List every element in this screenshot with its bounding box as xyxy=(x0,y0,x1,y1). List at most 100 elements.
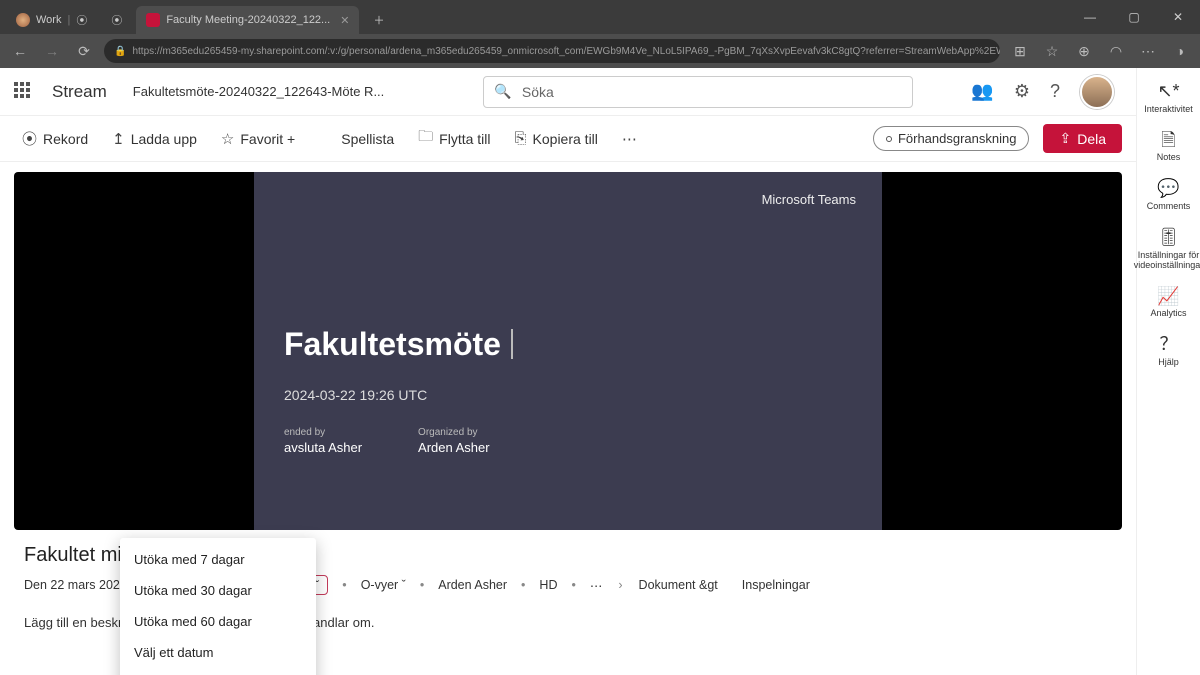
help-icon: ？ xyxy=(1160,335,1178,355)
rail-interactivity[interactable]: ↖*Interaktivitet xyxy=(1140,82,1198,115)
breadcrumb-recordings[interactable]: Inspelningar xyxy=(742,578,810,592)
upload-button[interactable]: ↥Ladda upp xyxy=(104,126,205,152)
slide-title: Fakultetsmöte xyxy=(284,326,852,363)
label: Dela xyxy=(1077,131,1106,147)
pick-date[interactable]: Välj ett datum xyxy=(120,637,316,668)
video-date: Den 22 mars 2024 xyxy=(24,578,127,592)
suite-header: Stream Fakultetsmöte-20240322_122643-Möt… xyxy=(0,68,1136,116)
comment-icon: 💬 xyxy=(1157,179,1179,199)
right-rail: ↖*Interaktivitet 🗎 Notes 💬 Comments 🎚Instä… xyxy=(1136,68,1200,675)
preview-button[interactable]: Förhandsgranskning xyxy=(873,126,1030,151)
people-icon[interactable]: 👥 xyxy=(971,81,993,102)
label: Rekord xyxy=(43,131,88,147)
separator-dot: • xyxy=(571,578,575,592)
share-button[interactable]: ⇪Dela xyxy=(1043,124,1122,153)
back-icon[interactable]: ← xyxy=(8,43,32,59)
extensions-icon[interactable]: ⊞ xyxy=(1008,43,1032,60)
stream-favicon-icon xyxy=(146,13,160,27)
doc-title[interactable]: Fakultetsmöte-20240322_122643-Möte R... xyxy=(133,84,385,99)
label: Spellista xyxy=(341,131,394,147)
label: Notes xyxy=(1157,153,1181,163)
favorite-button[interactable]: ☆ Favorit + xyxy=(213,126,303,152)
window-minimize[interactable]: — xyxy=(1068,0,1112,34)
refresh-icon[interactable]: ⟳ xyxy=(72,43,96,60)
label: Comments xyxy=(1147,202,1191,212)
rail-comments[interactable]: 💬 Comments xyxy=(1140,179,1198,212)
copilot-icon: ⦿ xyxy=(111,12,122,28)
url-text: https://m365edu265459-my.sharepoint.com/… xyxy=(132,46,1000,57)
label: Inställningar för videoinställningar xyxy=(1134,251,1200,271)
more-icon: ⋯ xyxy=(622,130,637,148)
lock-icon: 🔒 xyxy=(114,46,126,57)
ended-by-label: ended by xyxy=(284,427,362,438)
user-avatar[interactable] xyxy=(1080,75,1114,109)
extend-7-days[interactable]: Utöka med 7 dagar xyxy=(120,544,316,575)
favorites-icon[interactable]: ☆ xyxy=(1040,43,1064,60)
label: Förhandsgranskning xyxy=(898,131,1017,146)
copilot-side-icon[interactable]: ◑ xyxy=(1168,43,1192,59)
organized-by-value: Arden Asher xyxy=(418,440,490,455)
separator-dot: • xyxy=(342,578,346,592)
close-tab-icon[interactable]: ✕ xyxy=(340,14,349,27)
page-root: Stream Fakultetsmöte-20240322_122643-Möt… xyxy=(0,68,1200,675)
views-count[interactable]: O-vyer ˇ xyxy=(361,578,406,592)
copy-icon: ⎘ xyxy=(515,130,527,147)
analytics-icon: 📈 xyxy=(1157,287,1179,307)
video-player[interactable]: Microsoft Teams Fakultetsmöte 2024-03-22… xyxy=(14,172,1122,530)
tab-divider: | xyxy=(67,14,70,26)
profile-icon[interactable]: ◠ xyxy=(1104,43,1128,60)
cursor-click-icon: ↖* xyxy=(1157,82,1179,102)
rail-video-settings[interactable]: 🎚Inställningar för videoinställningar xyxy=(1140,228,1198,271)
help-icon[interactable]: ? xyxy=(1050,81,1060,102)
label: Hjälp xyxy=(1158,358,1179,368)
moveto-button[interactable]: 🗀 Flytta till xyxy=(410,122,498,155)
label: Favorit + xyxy=(240,131,295,147)
tab-label: Faculty Meeting-20240322_122... xyxy=(166,14,330,26)
breadcrumb-documents[interactable]: Dokument &gt xyxy=(639,578,718,592)
tab-label: Work xyxy=(36,14,61,26)
forward-icon[interactable]: → xyxy=(40,43,64,59)
browser-tab-work[interactable]: Work | ⦿ xyxy=(6,6,97,34)
record-icon: ⦿ xyxy=(22,128,37,149)
star-icon: ☆ xyxy=(221,130,234,148)
collections-icon[interactable]: ⊕ xyxy=(1072,43,1096,60)
video-slide: Microsoft Teams Fakultetsmöte 2024-03-22… xyxy=(254,172,882,530)
label: Kopiera till xyxy=(533,131,598,147)
remove-expiration[interactable]: Ta bort förfallodatum xyxy=(120,668,316,675)
label: Flytta till xyxy=(439,131,490,147)
owner-link[interactable]: Arden Asher xyxy=(438,578,507,592)
header-right: 👥 ⚙ ? xyxy=(971,75,1114,109)
window-maximize[interactable]: ▢ xyxy=(1112,0,1156,34)
search-placeholder: Söka xyxy=(522,84,554,100)
command-bar: ⦿Rekord ↥Ladda upp ☆Favorit + Spellista … xyxy=(0,116,1136,162)
organized-by-label: Organized by xyxy=(418,427,490,438)
folder-move-icon: 🗀 xyxy=(418,126,433,151)
app-name[interactable]: Stream xyxy=(52,82,107,102)
record-button[interactable]: ⦿ Rekord xyxy=(14,124,96,153)
label: Analytics xyxy=(1150,309,1186,319)
window-close[interactable]: ✕ xyxy=(1156,0,1200,34)
dot-icon xyxy=(886,136,892,142)
app-launcher-icon[interactable] xyxy=(14,82,34,102)
rail-help[interactable]: ？ Hjälp xyxy=(1140,335,1198,368)
search-input[interactable]: 🔍 Söka xyxy=(483,76,913,108)
chevron-right-icon: › xyxy=(618,578,622,592)
upload-icon: ↥ xyxy=(112,130,125,148)
menu-icon[interactable]: ⋯ xyxy=(1136,43,1160,60)
rail-analytics[interactable]: 📈 Analytics xyxy=(1140,287,1198,320)
browser-address-bar: ← → ⟳ 🔒 https://m365edu265459-my.sharepo… xyxy=(0,34,1200,68)
rail-notes[interactable]: 🗎 Notes xyxy=(1140,131,1198,164)
breadcrumb-more[interactable]: ⋯ xyxy=(590,578,603,593)
extend-60-days[interactable]: Utöka med 60 dagar xyxy=(120,606,316,637)
browser-tab-copilot[interactable]: ⦿ xyxy=(101,6,132,34)
copyto-button[interactable]: ⎘ Kopiera till xyxy=(507,126,606,151)
extend-30-days[interactable]: Utöka med 30 dagar xyxy=(120,575,316,606)
new-tab-button[interactable]: ＋ xyxy=(363,6,394,34)
gear-icon[interactable]: ⚙ xyxy=(1014,81,1030,102)
plus-icon: ＋ xyxy=(373,12,384,28)
browser-tab-active[interactable]: Faculty Meeting-20240322_122... ✕ xyxy=(136,6,359,34)
notes-icon: 🗎 xyxy=(1161,131,1175,151)
more-button[interactable]: ⋯ xyxy=(614,126,645,152)
address-field[interactable]: 🔒 https://m365edu265459-my.sharepoint.co… xyxy=(104,39,1000,63)
playlist-button[interactable]: Spellista xyxy=(333,127,402,151)
